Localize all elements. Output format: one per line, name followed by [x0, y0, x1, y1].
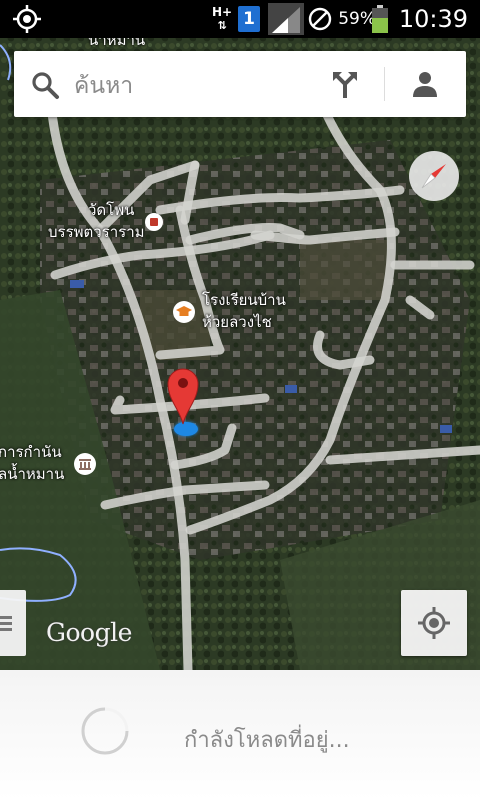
government-poi-icon[interactable]: [74, 453, 96, 475]
battery-icon: [372, 0, 388, 38]
search-divider: [384, 67, 385, 101]
network-type: H+: [212, 5, 233, 19]
search-input[interactable]: ค้นหา: [74, 68, 133, 104]
do-not-disturb-icon: [308, 0, 332, 38]
gps-icon: [12, 0, 42, 38]
school-label-1: โรงเรียนบ้าน: [202, 291, 286, 309]
battery-percent: 59%: [338, 9, 376, 29]
menu-drawer-button[interactable]: [0, 590, 26, 656]
notification-count: 1: [238, 6, 260, 32]
crosshair-icon: [418, 607, 450, 639]
compass-icon: [421, 164, 446, 189]
search-bar[interactable]: ค้นหา: [14, 51, 466, 117]
office-label-1: การกำนัน: [0, 443, 62, 461]
sim-badge-icon: 1: [238, 0, 260, 38]
map-view[interactable]: วัดโพน บรรพตวราราม โรงเรียนบ้าน ห้วยลวงไ…: [0, 38, 480, 670]
signal-icon: [268, 0, 304, 38]
school-label-2: ห้วยลวงไช: [202, 313, 272, 331]
temple-poi-icon[interactable]: [145, 213, 163, 231]
compass-button[interactable]: [409, 151, 459, 201]
school-poi-icon[interactable]: [173, 301, 195, 323]
loading-text: กำลังโหลดที่อยู่...: [184, 728, 350, 753]
temple-label-2: บรรพตวราราม: [48, 223, 145, 241]
directions-icon[interactable]: [330, 69, 360, 103]
top-cut-label: น้ำหมาน: [88, 38, 146, 49]
loading-panel: กำลังโหลดที่อยู่...: [0, 670, 480, 800]
account-icon[interactable]: [410, 69, 440, 103]
satellite-imagery: [0, 38, 480, 670]
location-pin-icon[interactable]: [166, 366, 200, 426]
menu-icon: [0, 616, 12, 631]
loading-spinner-icon: [81, 707, 129, 755]
temple-label-1: วัดโพน: [88, 201, 135, 219]
search-icon[interactable]: [30, 70, 60, 104]
my-location-button[interactable]: [401, 590, 467, 656]
google-logo: Google: [46, 618, 132, 647]
office-label-2: ลน้ำหมาน: [0, 465, 65, 483]
status-bar: H+ ⇅ 1 59% 10:39: [0, 0, 480, 38]
clock: 10:39: [398, 5, 468, 33]
data-arrows-icon: H+ ⇅: [212, 5, 233, 33]
